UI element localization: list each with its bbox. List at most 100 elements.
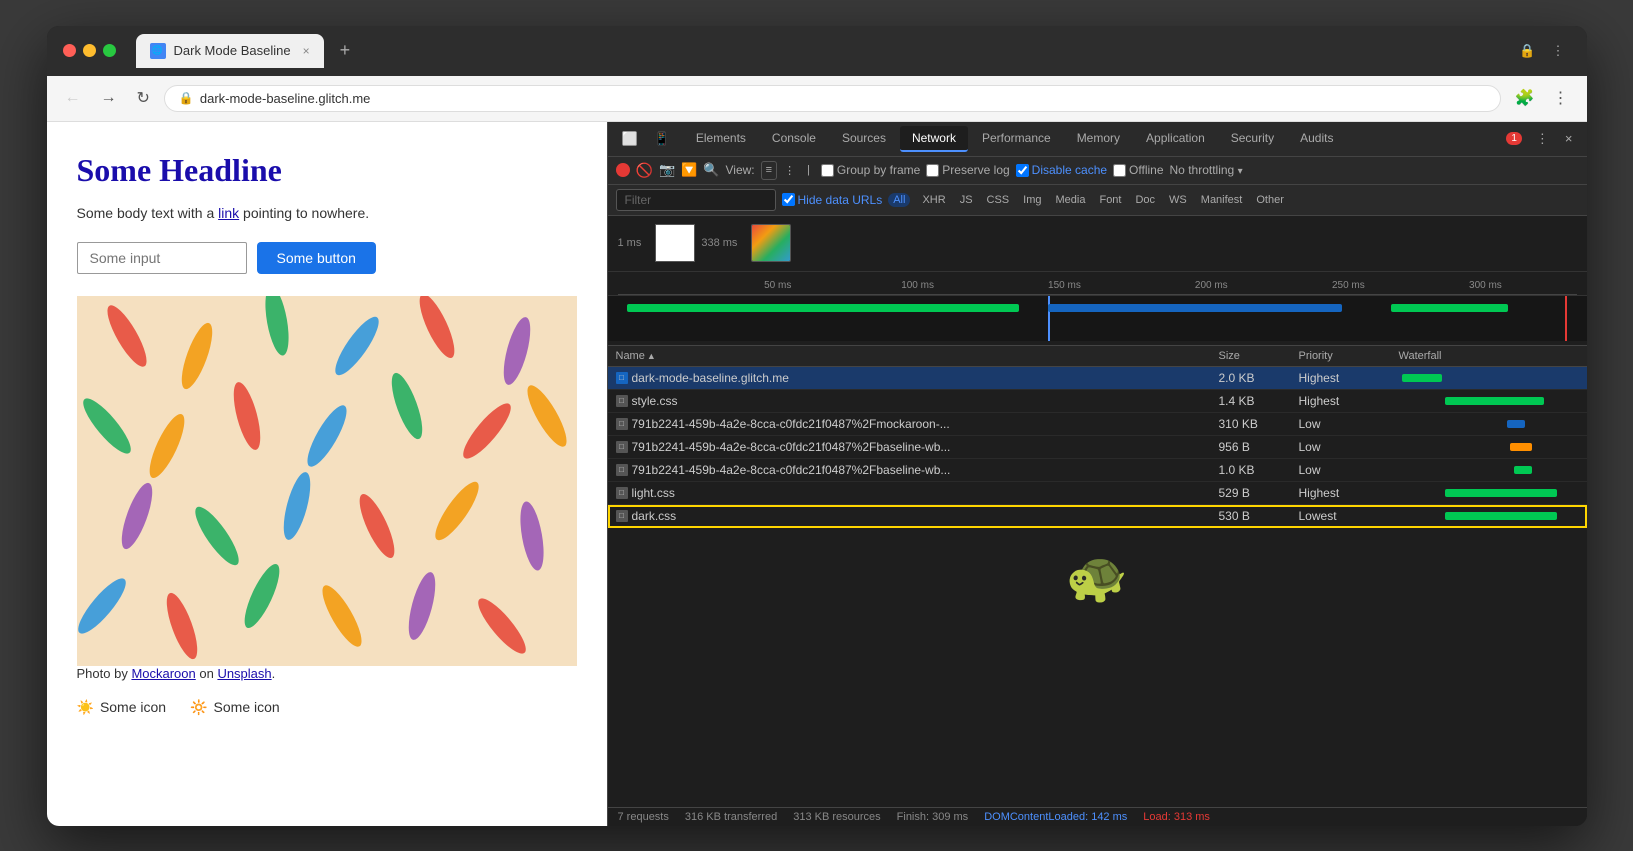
timeline-thumb-1[interactable]: [655, 224, 695, 262]
file-name: 791b2241-459b-4a2e-8cca-c0fdc21f0487%2Fm…: [632, 417, 950, 431]
tag-js[interactable]: JS: [954, 192, 979, 208]
menu-button[interactable]: ⋮: [1547, 84, 1575, 112]
device-icon[interactable]: 📱: [648, 128, 676, 150]
tab-performance[interactable]: Performance: [970, 126, 1063, 152]
tag-doc[interactable]: Doc: [1129, 192, 1161, 208]
tag-img[interactable]: Img: [1017, 192, 1047, 208]
table-row[interactable]: □ 791b2241-459b-4a2e-8cca-c0fdc21f0487%2…: [608, 413, 1587, 436]
new-tab-button[interactable]: +: [332, 38, 359, 63]
network-toolbar: 🚫 📷 🔽 🔍 View: ≡ ⋮ | Group by frame Prese…: [608, 157, 1587, 185]
turtle-emoji: 🐢: [1066, 548, 1128, 607]
resources-size: 313 KB resources: [793, 811, 880, 823]
screenshot-icon[interactable]: 📷: [659, 162, 675, 178]
filter-icon[interactable]: 🔽: [681, 162, 697, 178]
tag-other[interactable]: Other: [1250, 192, 1290, 208]
view-list-icon[interactable]: ≡: [761, 161, 777, 180]
record-button[interactable]: [616, 163, 630, 177]
timeline-bar-green-small: [1391, 304, 1508, 312]
refresh-button[interactable]: ↻: [131, 84, 156, 112]
tab-audits[interactable]: Audits: [1288, 126, 1345, 152]
extensions-button[interactable]: 🧩: [1509, 84, 1541, 112]
clear-button[interactable]: 🚫: [636, 162, 653, 179]
table-row[interactable]: □ dark.css 530 B Lowest: [608, 505, 1587, 528]
row-waterfall: [1399, 416, 1579, 432]
row-name-cell: □ dark-mode-baseline.glitch.me: [616, 371, 1219, 385]
table-row[interactable]: □ dark-mode-baseline.glitch.me 2.0 KB Hi…: [608, 367, 1587, 390]
row-priority: Low: [1299, 440, 1399, 454]
file-name: dark.css: [632, 509, 677, 523]
ruler-200ms: 200 ms: [1195, 280, 1228, 291]
preserve-log-checkbox[interactable]: Preserve log: [926, 163, 1009, 177]
devtools-more-icon[interactable]: ⋮: [1530, 128, 1555, 150]
tab-security[interactable]: Security: [1219, 126, 1286, 152]
col-name[interactable]: Name ▲: [616, 350, 1219, 362]
tab-network[interactable]: Network: [900, 126, 968, 152]
unsplash-link[interactable]: Unsplash: [217, 666, 271, 681]
tab-memory[interactable]: Memory: [1065, 126, 1132, 152]
table-row[interactable]: □ light.css 529 B Highest: [608, 482, 1587, 505]
hide-data-urls-checkbox[interactable]: Hide data URLs: [782, 193, 883, 207]
filter-input[interactable]: [616, 189, 776, 211]
tag-css[interactable]: CSS: [981, 192, 1016, 208]
photo-credit-between: on: [196, 666, 218, 681]
address-bar[interactable]: 🔒 dark-mode-baseline.glitch.me: [164, 85, 1501, 112]
tab-sources[interactable]: Sources: [830, 126, 898, 152]
disable-cache-checkbox[interactable]: Disable cache: [1016, 163, 1107, 177]
back-button[interactable]: ←: [59, 85, 87, 111]
view-grid-icon[interactable]: ⋮: [779, 161, 800, 180]
tag-manifest[interactable]: Manifest: [1195, 192, 1249, 208]
tag-font[interactable]: Font: [1093, 192, 1127, 208]
tab-console[interactable]: Console: [760, 126, 828, 152]
inspect-icon[interactable]: ⬜: [616, 128, 644, 150]
ruler-100ms: 100 ms: [901, 280, 934, 291]
table-row[interactable]: □ style.css 1.4 KB Highest: [608, 390, 1587, 413]
devtools-close-icon[interactable]: ×: [1559, 128, 1579, 149]
photo-credit-after: .: [272, 666, 276, 681]
menu-icon[interactable]: ⋮: [1546, 40, 1571, 62]
forward-button[interactable]: →: [95, 85, 123, 111]
close-button[interactable]: [63, 44, 76, 57]
some-input[interactable]: [77, 242, 247, 274]
col-size[interactable]: Size: [1219, 350, 1299, 362]
some-button[interactable]: Some button: [257, 242, 376, 274]
row-size: 1.0 KB: [1219, 463, 1299, 477]
minimize-button[interactable]: [83, 44, 96, 57]
col-priority[interactable]: Priority: [1299, 350, 1399, 362]
group-by-frame-checkbox[interactable]: Group by frame: [821, 163, 920, 177]
mockaroon-link[interactable]: Mockaroon: [131, 666, 195, 681]
fullscreen-button[interactable]: [103, 44, 116, 57]
throttle-dropdown[interactable]: No throttling ▾: [1170, 163, 1243, 177]
tag-xhr[interactable]: XHR: [916, 192, 951, 208]
input-row: Some button: [77, 242, 577, 274]
waterfall-bar: [1510, 443, 1532, 451]
row-waterfall: [1399, 508, 1579, 524]
icon-label-2: Some icon: [214, 699, 280, 715]
table-row[interactable]: □ 791b2241-459b-4a2e-8cca-c0fdc21f0487%2…: [608, 459, 1587, 482]
row-name-cell: □ 791b2241-459b-4a2e-8cca-c0fdc21f0487%2…: [616, 440, 1219, 454]
search-icon[interactable]: 🔍: [703, 162, 719, 178]
view-waterfall-icon[interactable]: |: [802, 161, 815, 180]
tab-close-button[interactable]: ×: [303, 44, 310, 58]
active-tab[interactable]: 🌐 Dark Mode Baseline ×: [136, 34, 324, 68]
col-waterfall[interactable]: Waterfall: [1399, 350, 1579, 362]
view-label: View:: [726, 163, 755, 177]
filter-bar: Hide data URLs All XHR JS CSS Img Media …: [608, 185, 1587, 216]
file-icon: □: [616, 441, 628, 453]
row-priority: Low: [1299, 463, 1399, 477]
tag-ws[interactable]: WS: [1163, 192, 1193, 208]
waterfall-bar: [1445, 397, 1544, 405]
title-bar: 🌐 Dark Mode Baseline × + 🔒 ⋮: [47, 26, 1587, 76]
extension-icon[interactable]: 🔒: [1513, 40, 1541, 62]
all-tag[interactable]: All: [888, 193, 910, 207]
tab-application[interactable]: Application: [1134, 126, 1217, 152]
error-badge: 1: [1506, 132, 1522, 145]
devtools-panel: ⬜ 📱 Elements Console Sources Network Per…: [607, 122, 1587, 826]
tag-media[interactable]: Media: [1050, 192, 1092, 208]
body-link[interactable]: link: [218, 205, 239, 221]
row-priority: Highest: [1299, 486, 1399, 500]
row-size: 956 B: [1219, 440, 1299, 454]
offline-checkbox[interactable]: Offline: [1113, 163, 1163, 177]
table-row[interactable]: □ 791b2241-459b-4a2e-8cca-c0fdc21f0487%2…: [608, 436, 1587, 459]
timeline-thumb-2[interactable]: [751, 224, 791, 262]
tab-elements[interactable]: Elements: [684, 126, 758, 152]
